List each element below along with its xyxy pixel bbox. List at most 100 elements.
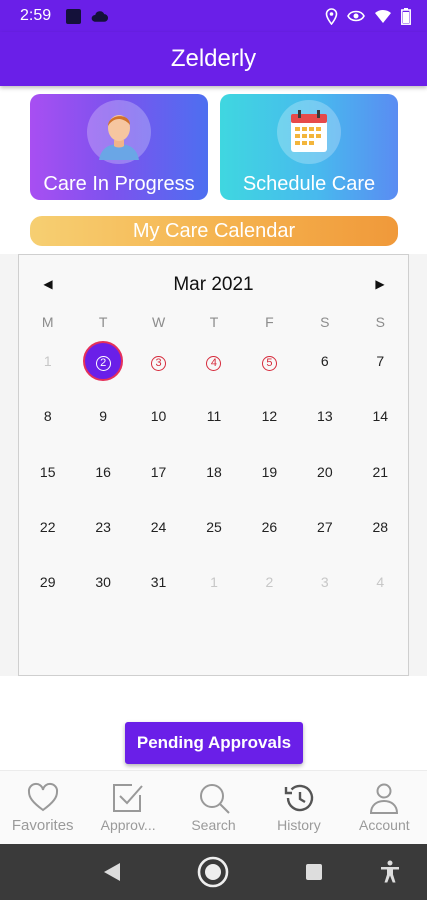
previous-month-button[interactable]: ◀	[34, 270, 62, 298]
day-number: 2	[95, 356, 111, 371]
user-icon	[370, 783, 399, 814]
day-number: 19	[261, 464, 278, 480]
nav-favorites-label: Favorites	[11, 817, 74, 834]
weekday-header: M T W T F S S	[20, 314, 408, 332]
my-care-calendar-banner: My Care Calendar	[30, 216, 398, 246]
calendar-day[interactable]: 3	[297, 562, 352, 602]
calendar-day[interactable]: 30	[75, 562, 130, 602]
calendar-day[interactable]: 1	[20, 341, 75, 381]
nav-search[interactable]: Search	[171, 771, 256, 844]
day-number: 18	[206, 464, 222, 480]
care-in-progress-card[interactable]: Care In Progress	[30, 94, 208, 200]
calendar-day[interactable]: 20	[297, 452, 352, 492]
weekday-label: F	[265, 314, 274, 330]
app-header: Zelderly	[0, 32, 427, 86]
calendar-day[interactable]: 31	[131, 562, 186, 602]
day-number: 23	[95, 519, 111, 535]
day-number: 1	[43, 353, 52, 369]
notification-square-icon	[66, 9, 81, 24]
recents-icon[interactable]	[305, 863, 323, 881]
calendar-icon-circle	[277, 100, 341, 164]
app-title: Zelderly	[170, 45, 257, 72]
calendar-day[interactable]: 4	[353, 562, 408, 602]
day-number: 6	[320, 353, 329, 369]
day-number: 4	[206, 356, 222, 371]
calendar-week-1: 1 2 3 4 5 6 7	[20, 341, 408, 381]
calendar-day[interactable]: 6	[297, 341, 352, 381]
day-number: 3	[320, 574, 329, 590]
calendar-day[interactable]: 21	[353, 452, 408, 492]
weekday-label: W	[151, 314, 166, 330]
schedule-care-card[interactable]: Schedule Care	[220, 94, 398, 200]
calendar-day[interactable]: 13	[297, 396, 352, 436]
calendar-day[interactable]: 16	[75, 452, 130, 492]
calendar-day[interactable]: 27	[297, 507, 352, 547]
calendar-day[interactable]: 24	[131, 507, 186, 547]
avatar-circle	[87, 100, 151, 164]
nav-history-label: History	[277, 817, 321, 833]
next-month-button[interactable]: ▶	[366, 270, 394, 298]
day-number: 21	[372, 464, 389, 480]
cloud-icon	[91, 11, 109, 22]
day-number: 8	[43, 408, 52, 424]
calendar-day[interactable]: 8	[20, 396, 75, 436]
history-icon	[284, 784, 314, 812]
bottom-navigation: Favorites Approv... Search History Accou…	[0, 770, 427, 844]
wifi-icon	[375, 9, 391, 23]
eye-icon	[347, 10, 365, 22]
calendar-day[interactable]: 23	[75, 507, 130, 547]
status-bar: 2:59	[0, 0, 427, 32]
calendar-day[interactable]: 19	[242, 452, 297, 492]
day-number: 31	[150, 574, 167, 590]
calendar-day[interactable]: 9	[75, 396, 130, 436]
day-number: 3	[151, 356, 167, 371]
weekday-label: S	[375, 314, 385, 330]
calendar-week-5: 29 30 31 1 2 3 4	[20, 562, 408, 602]
home-icon[interactable]	[197, 856, 229, 888]
day-number: 10	[150, 408, 167, 424]
pending-approvals-button[interactable]: Pending Approvals	[125, 722, 303, 764]
calendar-day[interactable]: 28	[353, 507, 408, 547]
calendar-day[interactable]: 1	[186, 562, 241, 602]
calendar-day[interactable]: 25	[186, 507, 241, 547]
calendar-day-selected[interactable]: 2	[75, 341, 130, 381]
calendar-day[interactable]: 18	[186, 452, 241, 492]
calendar-day[interactable]: 17	[131, 452, 186, 492]
calendar-day[interactable]: 11	[186, 396, 241, 436]
calendar-day[interactable]: 14	[353, 396, 408, 436]
calendar-week-2: 8 9 10 11 12 13 14	[20, 396, 408, 436]
weekday-label: T	[209, 314, 219, 330]
day-number: 26	[261, 519, 278, 535]
calendar-week-4: 22 23 24 25 26 27 28	[20, 507, 408, 547]
checkbox-icon	[113, 784, 143, 812]
nav-approvals-label: Approv...	[100, 817, 156, 833]
day-number: 4	[376, 574, 385, 590]
location-icon	[325, 7, 338, 25]
back-icon[interactable]	[102, 862, 122, 882]
calendar-day[interactable]: 15	[20, 452, 75, 492]
calendar-day[interactable]: 22	[20, 507, 75, 547]
calendar-day-marked[interactable]: 3	[131, 341, 186, 381]
accessibility-icon[interactable]	[380, 860, 400, 884]
nav-history[interactable]: History	[256, 771, 341, 844]
calendar-month-title: Mar 2021	[173, 274, 254, 295]
weekday-label: M	[41, 314, 54, 330]
nav-approvals[interactable]: Approv...	[85, 771, 170, 844]
nav-account[interactable]: Account	[342, 771, 427, 844]
battery-icon	[401, 7, 411, 25]
nav-favorites[interactable]: Favorites	[0, 771, 85, 844]
day-number: 17	[150, 464, 167, 480]
day-number: 27	[317, 519, 333, 535]
calendar-day[interactable]: 7	[353, 341, 408, 381]
calendar-week-3: 15 16 17 18 19 20 21	[20, 452, 408, 492]
calendar-day[interactable]: 12	[242, 396, 297, 436]
day-number: 22	[39, 519, 56, 535]
calendar-day-marked[interactable]: 5	[242, 341, 297, 381]
calendar-day-marked[interactable]: 4	[186, 341, 241, 381]
calendar-day[interactable]: 2	[242, 562, 297, 602]
calendar-icon	[291, 110, 327, 152]
calendar-day[interactable]: 26	[242, 507, 297, 547]
calendar-day[interactable]: 10	[131, 396, 186, 436]
calendar-day[interactable]: 29	[20, 562, 75, 602]
day-number: 24	[150, 519, 167, 535]
